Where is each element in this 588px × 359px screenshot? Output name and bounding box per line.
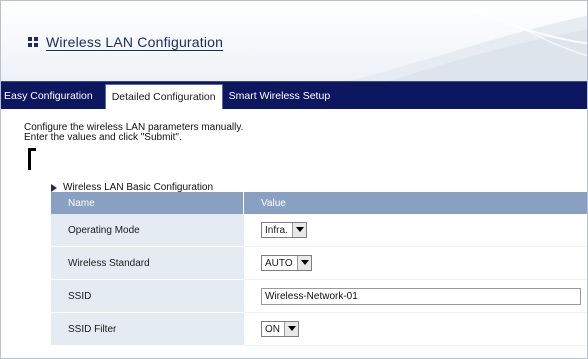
column-header-value: Value <box>261 197 286 209</box>
router-config-page: Wireless LAN Configuration Easy Configur… <box>0 0 588 359</box>
chevron-down-icon[interactable] <box>284 322 298 336</box>
table-row-ssid-filter: SSID Filter ON <box>51 313 587 346</box>
tab-smart-wireless-setup[interactable]: Smart Wireless Setup <box>223 83 337 109</box>
ssid-label: SSID <box>51 280 244 313</box>
ssid-input[interactable] <box>261 287 581 305</box>
tab-detailed-configuration[interactable]: Detailed Configuration <box>104 84 223 109</box>
wireless-standard-select[interactable]: AUTO <box>261 255 312 271</box>
wireless-standard-label: Wireless Standard <box>51 247 244 280</box>
wireless-standard-value: AUTO <box>265 257 293 269</box>
triangle-right-icon <box>51 183 57 192</box>
ssid-filter-label: SSID Filter <box>51 313 244 346</box>
operating-mode-value: Infra. <box>265 224 288 236</box>
grid-icon <box>28 37 38 47</box>
column-header-name: Name <box>51 192 244 214</box>
config-table: Name Value Operating Mode Infra. Wireles… <box>51 192 587 346</box>
table-row-ssid: SSID <box>51 280 587 313</box>
operating-mode-select[interactable]: Infra. <box>261 222 307 238</box>
ssid-filter-value: ON <box>265 323 280 335</box>
page-header: Wireless LAN Configuration <box>1 1 587 81</box>
chevron-down-icon[interactable] <box>296 256 311 270</box>
table-row-wireless-standard: Wireless Standard AUTO <box>51 247 587 280</box>
description: Configure the wireless LAN parameters ma… <box>24 123 243 143</box>
page-title-wrap: Wireless LAN Configuration <box>28 34 223 50</box>
chevron-down-icon[interactable] <box>291 223 306 237</box>
tab-easy-configuration[interactable]: Easy Configuration <box>1 83 99 109</box>
ssid-filter-select[interactable]: ON <box>261 321 299 337</box>
main-content: Configure the wireless LAN parameters ma… <box>1 109 587 358</box>
corner-bracket-decoration <box>28 148 36 170</box>
description-line-2: Enter the values and click "Submit". <box>24 132 182 143</box>
tab-bar: Easy Configuration Detailed Configuratio… <box>1 81 587 109</box>
header-decoration <box>349 1 587 81</box>
table-row-operating-mode: Operating Mode Infra. <box>51 214 587 247</box>
table-header: Name Value <box>51 192 587 214</box>
page-title: Wireless LAN Configuration <box>46 34 224 50</box>
operating-mode-label: Operating Mode <box>51 214 244 247</box>
